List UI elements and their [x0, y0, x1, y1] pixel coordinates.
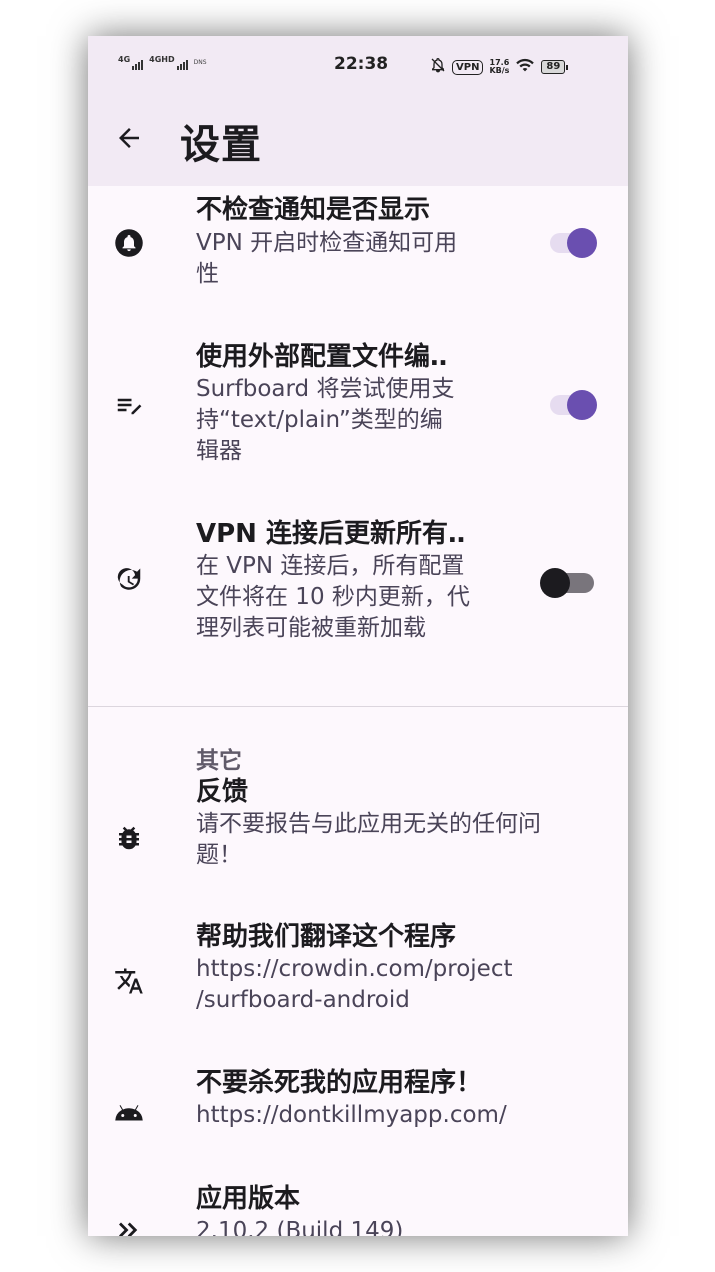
switch-thumb: [540, 568, 570, 598]
network-speed: 17.6 KB/s: [489, 59, 509, 75]
status-time: 22:38: [334, 54, 389, 74]
status-bar: 4G 4GHD DNS 22:38 VPN 17.6 KB/s 89: [88, 36, 628, 96]
subtitle-line: 辑器: [196, 438, 242, 464]
network-label-2: 4GHD: [149, 55, 175, 64]
translate-item[interactable]: 帮助我们翻译这个程序 https://crowdin.com/project /…: [88, 916, 628, 1026]
vpn-indicator: VPN: [452, 59, 484, 75]
item-title: 反馈: [196, 777, 249, 807]
notifications-off-icon: [430, 57, 446, 77]
setting-skip-notification-check[interactable]: 不检查通知是否显示 VPN 开启时检查通知可用 性: [88, 186, 628, 316]
subtitle-line: 题！: [196, 842, 242, 868]
setting-title: 使用外部配置文件编‥: [196, 342, 448, 372]
subtitle-line: 理列表可能被重新加载: [196, 615, 426, 641]
section-divider: [88, 706, 628, 707]
subtitle-line: 持“text/plain”类型的编: [196, 407, 443, 433]
android-icon: [115, 1105, 143, 1121]
toggle-switch[interactable]: [544, 222, 604, 262]
bug-icon: [119, 826, 139, 850]
edit-note-icon: [117, 398, 142, 415]
subtitle-line: 请不要报告与此应用无关的任何问: [196, 811, 541, 837]
back-button[interactable]: [114, 123, 144, 153]
wifi-icon: [515, 57, 535, 77]
subtitle-line: 文件将在 10 秒内更新，代: [196, 584, 470, 610]
app-version-item[interactable]: 应用版本 2.10.2 (Build 149): [88, 1178, 628, 1236]
switch-thumb: [567, 228, 597, 258]
subtitle-line: /surfboard-android: [196, 987, 410, 1013]
toggle-switch[interactable]: [540, 562, 604, 602]
subtitle-line: https://crowdin.com/project: [196, 956, 513, 982]
status-icons: VPN 17.6 KB/s 89: [430, 57, 569, 77]
signal-1: 4G: [118, 55, 144, 70]
item-subtitle: https://dontkillmyapp.com/: [196, 1100, 507, 1131]
signal-2: 4GHD: [149, 55, 188, 70]
subtitle-line: 在 VPN 连接后，所有配置: [196, 553, 465, 579]
setting-external-editor[interactable]: 使用外部配置文件编‥ Surfboard 将尝试使用支 持“text/plain…: [88, 336, 628, 506]
setting-subtitle: 在 VPN 连接后，所有配置 文件将在 10 秒内更新，代 理列表可能被重新加载: [196, 551, 470, 644]
item-title: 不要杀死我的应用程序！: [196, 1068, 483, 1098]
subtitle-line: VPN 开启时检查通知可用: [196, 230, 458, 256]
item-title: 应用版本: [196, 1184, 301, 1214]
setting-title: 不检查通知是否显示: [196, 195, 431, 225]
battery-indicator: 89: [541, 60, 569, 74]
item-subtitle: 2.10.2 (Build 149): [196, 1216, 403, 1236]
settings-list[interactable]: 不检查通知是否显示 VPN 开启时检查通知可用 性 使用外部配置文件编‥ Sur…: [88, 186, 628, 1236]
setting-subtitle: VPN 开启时检查通知可用 性: [196, 228, 457, 290]
subtitle-line: 性: [196, 261, 219, 287]
item-title: 帮助我们翻译这个程序: [196, 922, 457, 952]
subtitle-line: 2.10.2 (Build 149): [196, 1218, 404, 1236]
phone-screen: 4G 4GHD DNS 22:38 VPN 17.6 KB/s 89 设置 不检…: [88, 36, 628, 1236]
signal-group: 4G 4GHD DNS: [118, 56, 207, 70]
page-title: 设置: [180, 122, 262, 168]
network-label-1: 4G: [118, 55, 131, 64]
double-chevron-right-icon: [119, 1222, 138, 1236]
setting-subtitle: Surfboard 将尝试使用支 持“text/plain”类型的编 辑器: [196, 374, 454, 467]
switch-thumb: [567, 390, 597, 420]
translate-icon: [115, 968, 143, 994]
dns-label: DNS: [193, 59, 207, 66]
signal-bars-icon: [132, 60, 144, 70]
toggle-switch[interactable]: [544, 384, 604, 424]
dontkillmyapp-item[interactable]: 不要杀死我的应用程序！ https://dontkillmyapp.com/: [88, 1062, 628, 1152]
setting-update-after-connect[interactable]: VPN 连接后更新所有‥ 在 VPN 连接后，所有配置 文件将在 10 秒内更新…: [88, 514, 628, 674]
update-clock-icon: [117, 568, 141, 590]
item-subtitle: https://crowdin.com/project /surfboard-a…: [196, 954, 513, 1016]
feedback-item[interactable]: 反馈 请不要报告与此应用无关的任何问 题！: [88, 771, 628, 881]
app-bar: 设置: [88, 96, 628, 186]
bell-icon: [115, 229, 143, 257]
section-header-other: 其它: [196, 748, 242, 774]
signal-bars-icon: [176, 60, 188, 70]
subtitle-line: https://dontkillmyapp.com/: [196, 1102, 507, 1128]
item-subtitle: 请不要报告与此应用无关的任何问 题！: [196, 809, 541, 871]
subtitle-line: Surfboard 将尝试使用支: [196, 376, 455, 402]
arrow-back-icon: [119, 128, 139, 148]
speed-unit: KB/s: [489, 66, 510, 75]
setting-title: VPN 连接后更新所有‥: [196, 519, 466, 549]
